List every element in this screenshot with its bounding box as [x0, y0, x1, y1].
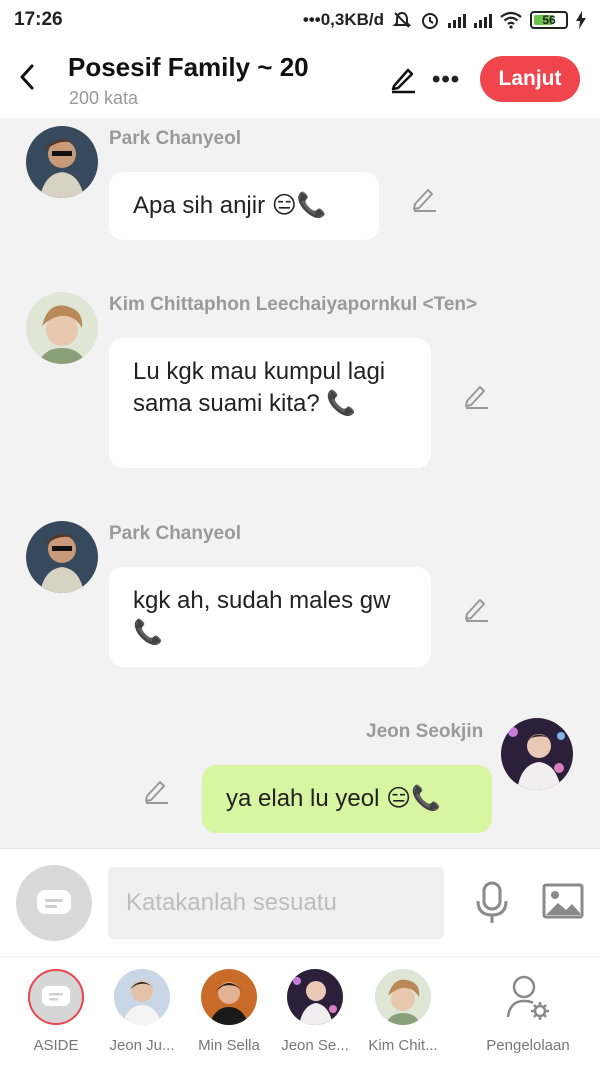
- sender-name: Park Chanyeol: [109, 128, 241, 149]
- aside-toggle-button[interactable]: [16, 865, 92, 941]
- edit-message-icon[interactable]: [142, 776, 170, 804]
- roster-tab-manage[interactable]: Pengelolaan: [478, 969, 578, 1054]
- edit-pen-icon[interactable]: [388, 64, 418, 94]
- roster-tab-kim-chit[interactable]: Kim Chit...: [358, 969, 448, 1054]
- message-bubble[interactable]: kgk ah, sudah males gw 📞: [109, 567, 431, 667]
- roster-label: ASIDE: [33, 1037, 79, 1054]
- sender-name: Jeon Seokjin: [366, 721, 484, 742]
- sender-name: Kim Chittaphon Leechaiyapornkul <Ten>: [109, 294, 478, 315]
- charging-icon: [576, 11, 586, 29]
- status-time: 17:26: [14, 9, 63, 30]
- aside-icon: [28, 969, 84, 1025]
- back-arrow-icon[interactable]: [16, 62, 38, 92]
- roster-tab-min-sella[interactable]: Min Sella: [184, 969, 274, 1054]
- avatar-jeon-seokjin[interactable]: [501, 718, 573, 790]
- message-bubble[interactable]: Lu kgk mau kumpul lagi sama suami kita? …: [109, 338, 431, 468]
- roster-tab-aside[interactable]: ASIDE: [11, 969, 101, 1054]
- input-bar: [0, 848, 600, 956]
- status-bar: 17:26 •••0,3KB/d 56: [0, 0, 600, 40]
- roster-label: Jeon Ju...: [109, 1037, 175, 1054]
- roster-tab-jeon-ju[interactable]: Jeon Ju...: [97, 969, 187, 1054]
- roster-avatar: [201, 969, 257, 1025]
- my-message-bubble[interactable]: ya elah lu yeol 😑📞: [202, 765, 492, 833]
- roster-avatar: [375, 969, 431, 1025]
- image-icon[interactable]: [542, 883, 584, 919]
- next-button[interactable]: Lanjut: [480, 56, 580, 102]
- roster-avatar: [287, 969, 343, 1025]
- edit-message-icon[interactable]: [410, 184, 438, 212]
- sender-name: Park Chanyeol: [109, 523, 241, 544]
- wifi-icon: [500, 11, 522, 29]
- roster-label: Jeon Se...: [281, 1037, 349, 1054]
- edit-message-icon[interactable]: [462, 594, 490, 622]
- mute-icon: [392, 11, 412, 28]
- chat-bubble-icon: [37, 890, 71, 914]
- battery-icon: 56: [530, 11, 568, 29]
- signal-icon: [448, 12, 466, 28]
- avatar-park-chanyeol[interactable]: [26, 521, 98, 593]
- character-roster: ASIDE Jeon Ju... Min Sella Jeon Se... Ki…: [0, 956, 600, 1067]
- network-speed-text: •••0,3KB/d: [302, 10, 384, 29]
- message-bubble[interactable]: Apa sih anjir 😑📞: [109, 172, 379, 240]
- manage-user-icon: [500, 969, 556, 1025]
- chat-header: Posesif Family ~ 20 200 kata ••• Lanjut: [0, 40, 600, 118]
- signal-icon-2: [474, 12, 492, 28]
- chat-title: Posesif Family ~ 20: [68, 52, 309, 82]
- avatar-park-chanyeol[interactable]: [26, 126, 98, 198]
- word-count: 200 kata: [69, 88, 139, 108]
- roster-avatar: [114, 969, 170, 1025]
- roster-label: Kim Chit...: [368, 1037, 438, 1054]
- avatar-kim-chittaphon[interactable]: [26, 292, 98, 364]
- message-input[interactable]: [108, 867, 444, 939]
- alarm-icon: [422, 13, 438, 29]
- edit-message-icon[interactable]: [462, 381, 490, 409]
- roster-label: Min Sella: [198, 1037, 260, 1054]
- roster-tab-jeon-se[interactable]: Jeon Se...: [270, 969, 360, 1054]
- more-options-icon[interactable]: •••: [432, 66, 460, 94]
- status-indicators: •••0,3KB/d 56: [303, 10, 586, 30]
- roster-label: Pengelolaan: [486, 1037, 570, 1054]
- microphone-icon[interactable]: [474, 881, 510, 925]
